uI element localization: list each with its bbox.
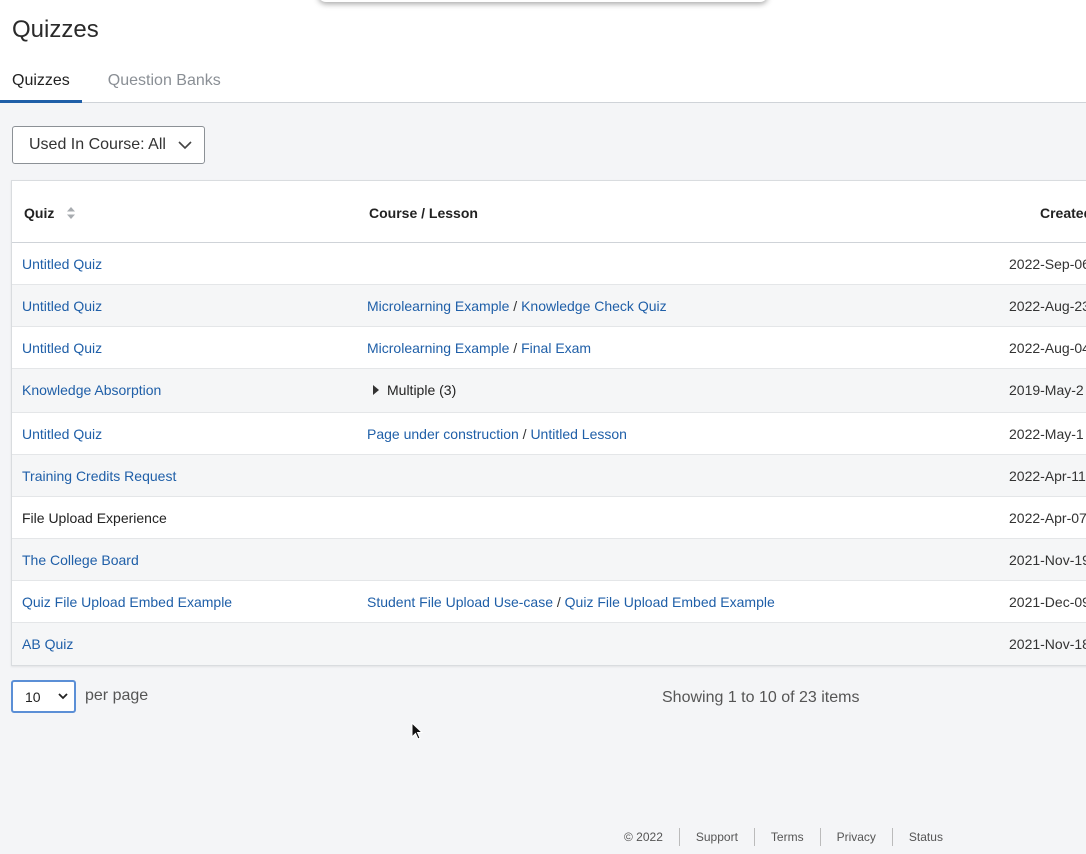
column-header-created[interactable]: Created — [1040, 205, 1086, 221]
created-date: 2021-Nov-18 — [1009, 636, 1086, 652]
caret-right-icon — [373, 385, 379, 395]
column-header-quiz[interactable]: Quiz — [24, 205, 76, 221]
tab-bar: Quizzes Question Banks — [0, 62, 233, 103]
quiz-link[interactable]: Untitled Quiz — [22, 426, 102, 442]
course-link[interactable]: Microlearning Example — [367, 298, 509, 314]
quiz-link[interactable]: Untitled Quiz — [22, 256, 102, 272]
table-row: Untitled Quiz Microlearning Example / Kn… — [12, 285, 1086, 327]
quizzes-table: Quiz Course / Lesson Created Untitled Qu… — [11, 180, 1086, 666]
table-row: Quiz File Upload Embed Example Student F… — [12, 581, 1086, 623]
top-popup-edge — [318, 0, 768, 2]
table-row: Knowledge Absorption Multiple (3) 2019-M… — [12, 369, 1086, 413]
course-lesson: Page under construction / Untitled Lesso… — [367, 426, 627, 442]
table-row: The College Board 2021-Nov-19 — [12, 539, 1086, 581]
pagination-summary: Showing 1 to 10 of 23 items — [662, 689, 860, 706]
quiz-link[interactable]: AB Quiz — [22, 636, 73, 652]
table-row: AB Quiz 2021-Nov-18 — [12, 623, 1086, 665]
quiz-link[interactable]: Training Credits Request — [22, 468, 176, 484]
lesson-link[interactable]: Untitled Lesson — [530, 426, 627, 442]
course-link[interactable]: Page under construction — [367, 426, 519, 442]
per-page-label: per page — [85, 687, 149, 704]
quiz-link[interactable]: Quiz File Upload Embed Example — [22, 594, 232, 610]
created-date: 2019-May-2 — [1009, 382, 1084, 398]
chevron-down-icon — [58, 693, 68, 700]
footer-privacy-link[interactable]: Privacy — [819, 828, 892, 846]
multiple-label: Multiple (3) — [387, 382, 457, 398]
footer: © 2022 Support Terms Privacy Status — [624, 828, 959, 846]
used-in-course-filter[interactable]: Used In Course: All — [12, 126, 205, 164]
course-link[interactable]: Microlearning Example — [367, 340, 509, 356]
quiz-link[interactable]: The College Board — [22, 552, 139, 568]
path-separator: / — [513, 298, 522, 314]
table-header: Quiz Course / Lesson Created — [12, 181, 1086, 243]
sort-icon[interactable] — [66, 206, 76, 220]
lesson-link[interactable]: Knowledge Check Quiz — [521, 298, 667, 314]
table-row: Training Credits Request 2022-Apr-11 — [12, 455, 1086, 497]
quiz-name: File Upload Experience — [22, 510, 167, 526]
created-date: 2021-Dec-09 — [1009, 594, 1086, 610]
tab-question-banks[interactable]: Question Banks — [96, 62, 233, 103]
column-header-course-lesson: Course / Lesson — [369, 205, 478, 221]
per-page-value: 10 — [25, 689, 41, 705]
created-date: 2021-Nov-19 — [1009, 552, 1086, 568]
chevron-down-icon — [178, 141, 192, 150]
course-lesson: Microlearning Example / Final Exam — [367, 340, 591, 356]
table-row: Untitled Quiz 2022-Sep-06 — [12, 243, 1086, 285]
course-link[interactable]: Student File Upload Use-case — [367, 594, 553, 610]
table-row: File Upload Experience 2022-Apr-07 — [12, 497, 1086, 539]
path-separator: / — [513, 340, 522, 356]
per-page-select[interactable]: 10 — [11, 680, 76, 713]
filter-label: Used In Course: All — [29, 136, 166, 153]
tab-quizzes[interactable]: Quizzes — [0, 62, 82, 103]
created-date: 2022-Apr-11 — [1009, 468, 1086, 484]
footer-support-link[interactable]: Support — [678, 828, 754, 846]
created-date: 2022-Sep-06 — [1009, 256, 1086, 272]
footer-copyright: © 2022 — [624, 830, 663, 844]
table-row: Untitled Quiz Page under construction / … — [12, 413, 1086, 455]
page-header: Quizzes Quizzes Question Banks — [0, 0, 1086, 103]
page-title: Quizzes — [12, 16, 99, 43]
footer-status-link[interactable]: Status — [891, 828, 959, 846]
course-lesson: Microlearning Example / Knowledge Check … — [367, 298, 667, 314]
footer-terms-link[interactable]: Terms — [753, 828, 820, 846]
course-lesson: Student File Upload Use-case / Quiz File… — [367, 594, 775, 610]
quiz-link[interactable]: Untitled Quiz — [22, 340, 102, 356]
table-row: Untitled Quiz Microlearning Example / Fi… — [12, 327, 1086, 369]
quiz-link[interactable]: Untitled Quiz — [22, 298, 102, 314]
mouse-cursor-icon — [411, 722, 423, 740]
quiz-link[interactable]: Knowledge Absorption — [22, 382, 161, 398]
created-date: 2022-Aug-23 — [1009, 298, 1086, 314]
created-date: 2022-Aug-04 — [1009, 340, 1086, 356]
lesson-link[interactable]: Final Exam — [521, 340, 591, 356]
path-separator: / — [556, 594, 565, 610]
created-date: 2022-Apr-07 — [1009, 510, 1086, 526]
multiple-expander[interactable]: Multiple (3) — [367, 382, 456, 398]
created-date: 2022-May-1 — [1009, 426, 1084, 442]
lesson-link[interactable]: Quiz File Upload Embed Example — [565, 594, 775, 610]
